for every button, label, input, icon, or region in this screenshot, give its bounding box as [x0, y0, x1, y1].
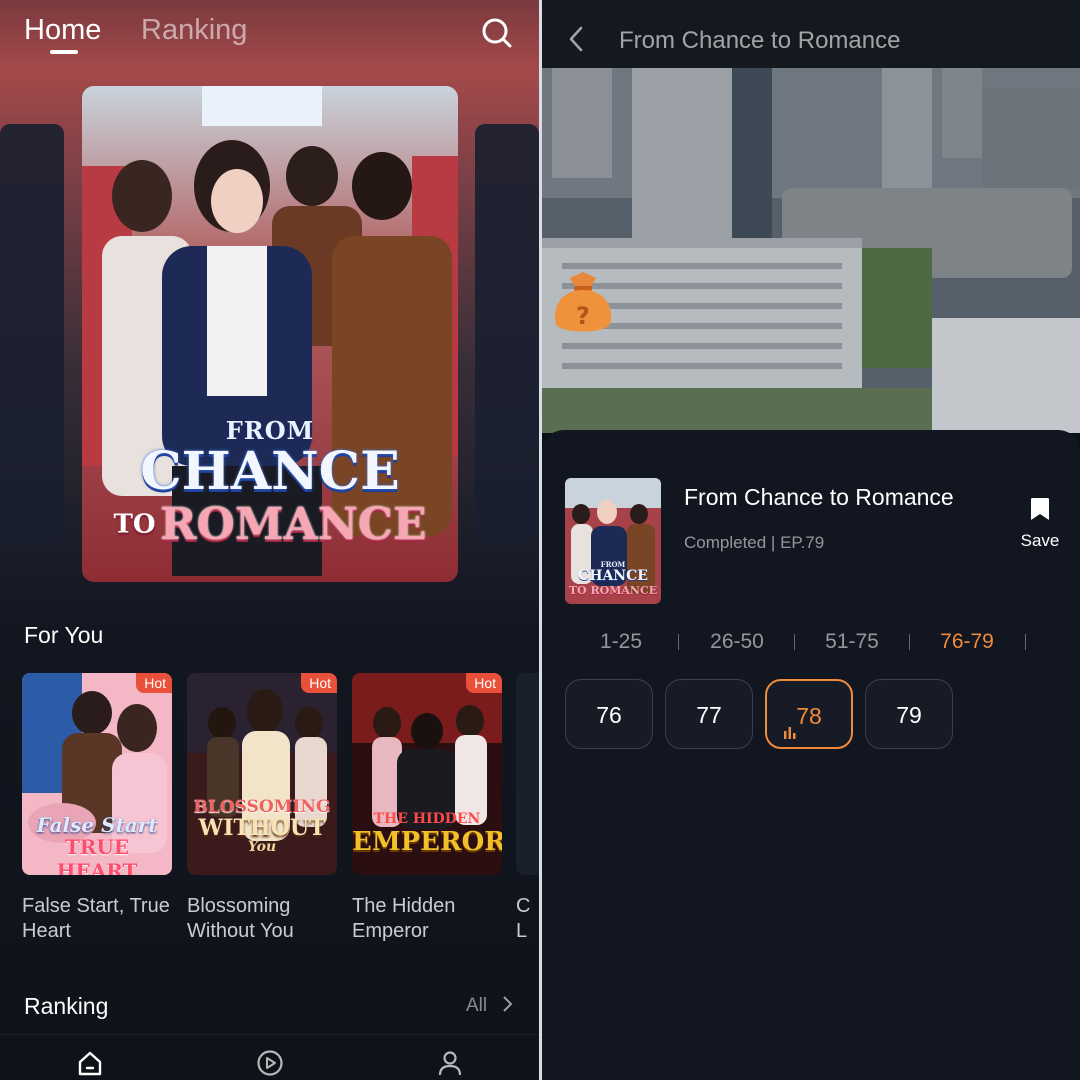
home-icon[interactable]: [76, 1049, 104, 1077]
tab-home[interactable]: Home: [24, 14, 101, 47]
ranking-all-link[interactable]: All: [466, 995, 514, 1017]
tab-ranking[interactable]: Ranking: [141, 14, 247, 47]
ranking-all-label: All: [466, 995, 488, 1016]
featured-poster[interactable]: FROM CHANCE TO ROMANCE: [82, 86, 458, 582]
episode-button-79[interactable]: 79: [865, 679, 953, 749]
drama-title[interactable]: Blossoming Without You: [187, 894, 337, 944]
episode-label-78: 78: [796, 703, 822, 729]
poster-title-chance: CHANCE: [140, 441, 400, 502]
series-title: From Chance to Romance: [684, 484, 954, 510]
poster-line-3: You: [247, 839, 277, 855]
poster-line-2: EMPEROR: [352, 827, 502, 857]
range-tab-1-25[interactable]: 1-25: [571, 630, 671, 654]
range-separator: [1025, 634, 1026, 650]
episode-sheet: FROM CHANCE TO ROMANCE From Chance to Ro…: [542, 430, 1080, 1080]
episode-range-tabs: 1-25 26-50 51-75 76-79: [542, 628, 1080, 658]
for-you-title: For You: [24, 622, 104, 648]
player-header: From Chance to Romance: [542, 0, 1080, 68]
bookmark-icon: [1031, 498, 1049, 520]
svg-text:?: ?: [576, 302, 590, 330]
save-label: Save: [1020, 531, 1060, 550]
chevron-right-icon: [503, 996, 513, 1012]
drama-card-blossoming[interactable]: BLOSSOMING WITHOUT You Hot: [187, 673, 337, 875]
drama-title[interactable]: The Hidden Emperor: [352, 894, 502, 944]
range-tab-26-50[interactable]: 26-50: [687, 630, 787, 654]
thumbnail-title: FROM CHANCE TO ROMANCE: [565, 560, 661, 597]
episode-button-77[interactable]: 77: [665, 679, 753, 749]
tab-home-indicator: [50, 50, 78, 54]
hot-badge: Hot: [301, 673, 337, 693]
drama-card-partial[interactable]: [516, 673, 540, 875]
drama-title[interactable]: False Start, True Heart: [22, 894, 172, 944]
save-button[interactable]: Save: [1012, 496, 1068, 551]
episode-button-78[interactable]: 78: [765, 679, 853, 749]
thumbnail-chance: CHANCE: [578, 568, 648, 584]
poster-line-2: WITHOUT: [198, 815, 326, 841]
top-nav: Home Ranking: [0, 0, 540, 60]
drama-card-false-start[interactable]: False Start TRUE HEART Hot: [22, 673, 172, 875]
carousel-next-card[interactable]: [475, 124, 539, 542]
series-status: Completed | EP.79: [684, 533, 825, 552]
range-tab-51-75[interactable]: 51-75: [802, 630, 902, 654]
poster-line-1: False Start: [36, 813, 158, 837]
video-frame: [542, 68, 1080, 433]
poster-title-romance: ROMANCE: [159, 499, 427, 550]
player-screen: From Chance to Romance ? FROM CHANCE TO …: [542, 0, 1080, 1080]
home-screen: Home Ranking FROM CHANCE TO ROMANCE For …: [0, 0, 540, 1080]
range-separator: [794, 634, 795, 650]
play-circle-icon[interactable]: [256, 1049, 284, 1077]
hot-badge: Hot: [136, 673, 172, 693]
poster-title: FROM CHANCE TO ROMANCE: [82, 416, 458, 550]
mystery-bag-icon[interactable]: ?: [550, 268, 616, 338]
range-separator: [909, 634, 910, 650]
poster-line-1: THE HIDDEN: [373, 811, 481, 827]
ranking-title: Ranking: [24, 993, 109, 1019]
player-title: From Chance to Romance: [619, 27, 901, 54]
chevron-left-icon[interactable]: [566, 24, 586, 54]
search-icon[interactable]: [480, 16, 514, 50]
poster-line-1: BLOSSOMING: [193, 797, 331, 817]
bottom-tab-bar: [0, 1034, 540, 1080]
poster-line-2: TRUE HEART: [56, 835, 138, 875]
drama-title-partial[interactable]: C L: [516, 894, 540, 944]
range-tab-76-79[interactable]: 76-79: [917, 630, 1017, 654]
carousel-prev-card[interactable]: [0, 124, 64, 542]
episode-button-76[interactable]: 76: [565, 679, 653, 749]
now-playing-icon: [784, 727, 796, 739]
range-separator: [678, 634, 679, 650]
series-thumbnail[interactable]: FROM CHANCE TO ROMANCE: [565, 478, 661, 604]
thumbnail-romance: TO ROMANCE: [568, 584, 658, 597]
hot-badge: Hot: [466, 673, 502, 693]
video-player[interactable]: ?: [542, 68, 1080, 433]
profile-icon[interactable]: [436, 1049, 464, 1077]
drama-card-hidden-emperor[interactable]: THE HIDDEN EMPEROR Hot: [352, 673, 502, 875]
poster-title-to: TO: [113, 509, 156, 540]
